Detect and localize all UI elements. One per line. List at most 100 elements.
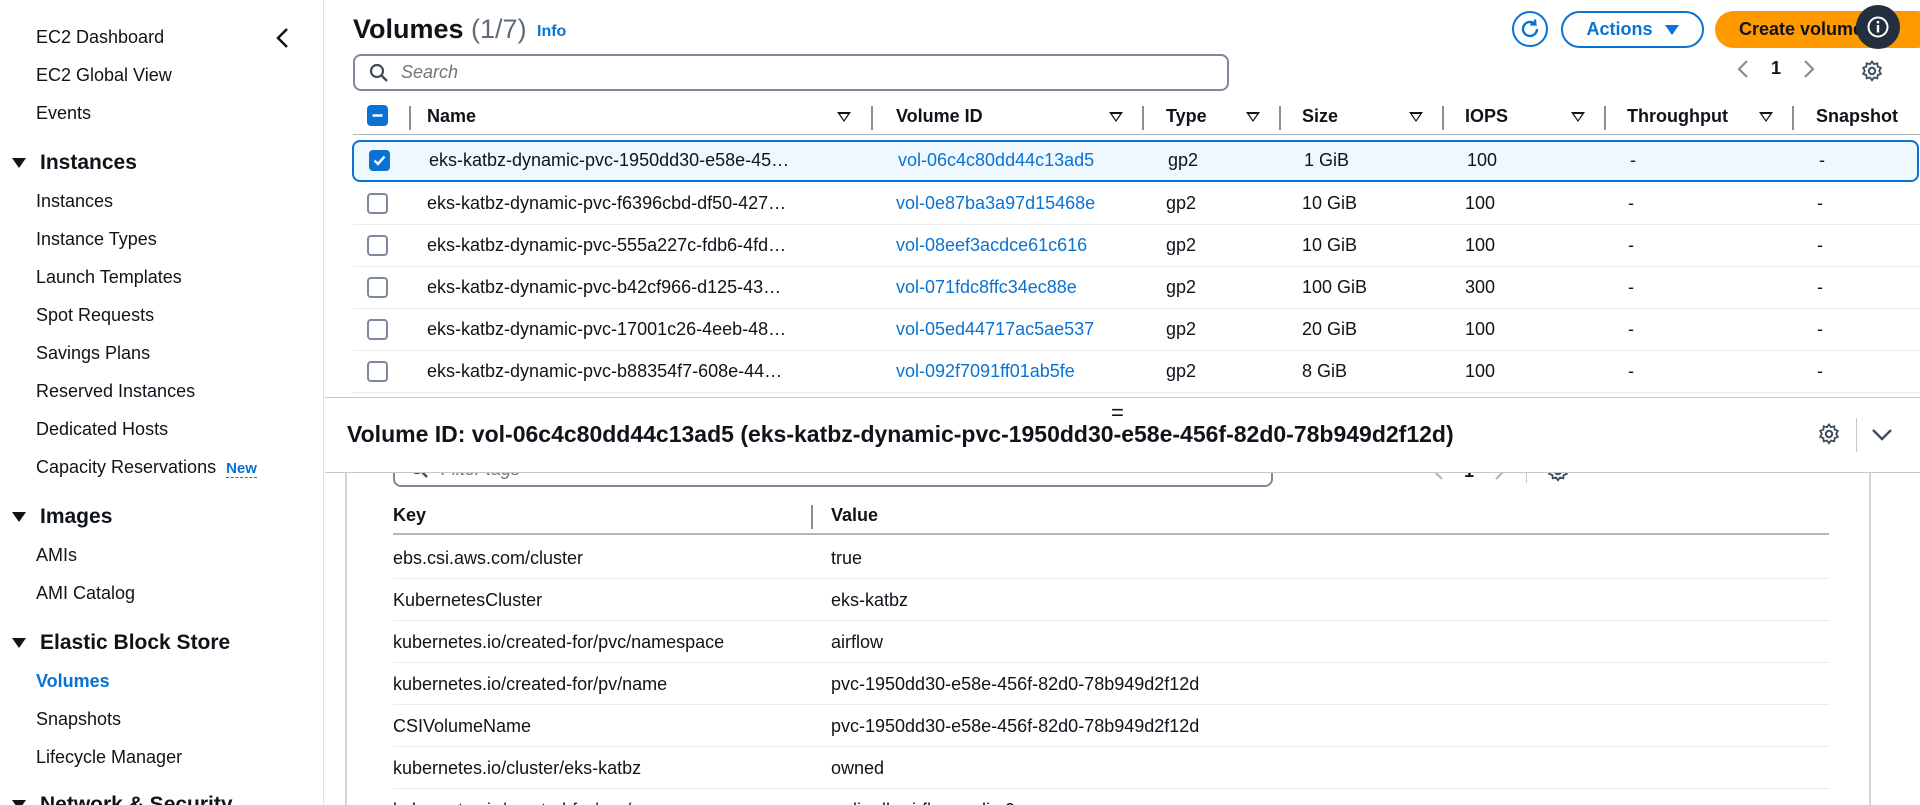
- cell-type: gp2: [1166, 277, 1197, 297]
- filter-tags-bar[interactable]: [393, 473, 1273, 487]
- cell-volume-id-link[interactable]: vol-05ed44717ac5ae537: [896, 319, 1094, 340]
- table-row[interactable]: eks-katbz-dynamic-pvc-f6396cbd-df50-427……: [353, 183, 1920, 225]
- column-header-volume-id[interactable]: Volume ID: [896, 106, 983, 127]
- refresh-button[interactable]: [1512, 11, 1548, 47]
- previous-page-icon[interactable]: [1432, 473, 1444, 481]
- row-checkbox[interactable]: [367, 319, 388, 340]
- table-row[interactable]: eks-katbz-dynamic-pvc-b42cf966-d125-43… …: [353, 267, 1920, 309]
- cell-throughput: -: [1628, 235, 1634, 255]
- sidebar-item-spot-requests[interactable]: Spot Requests: [36, 305, 154, 326]
- column-header-size[interactable]: Size: [1302, 106, 1338, 127]
- info-link[interactable]: Info: [537, 23, 566, 41]
- column-divider[interactable]: [1442, 106, 1444, 130]
- column-header-snapshot[interactable]: Snapshot: [1816, 106, 1898, 127]
- cell-volume-id-link[interactable]: vol-06c4c80dd44c13ad5: [898, 150, 1094, 171]
- column-divider[interactable]: [871, 106, 873, 130]
- split-panel-collapse-button[interactable]: [1871, 423, 1893, 450]
- search-input[interactable]: [401, 62, 1201, 83]
- sort-triangle-icon[interactable]: [837, 112, 851, 122]
- sidebar-section-images[interactable]: Images: [12, 505, 112, 529]
- search-bar[interactable]: [353, 54, 1229, 91]
- row-checkbox[interactable]: [367, 193, 388, 214]
- sidebar-item-dedicated-hosts[interactable]: Dedicated Hosts: [36, 419, 168, 440]
- tag-value: airflow: [831, 632, 884, 652]
- cell-snapshot: -: [1817, 277, 1823, 297]
- column-divider[interactable]: [1279, 106, 1281, 130]
- cell-snapshot: -: [1817, 319, 1823, 339]
- sort-triangle-icon[interactable]: [1571, 112, 1585, 122]
- sidebar-item-ec2-global-view[interactable]: EC2 Global View: [36, 65, 172, 86]
- sidebar-item-reserved-instances[interactable]: Reserved Instances: [36, 381, 195, 402]
- cell-volume-id-link[interactable]: vol-0e87ba3a97d15468e: [896, 193, 1095, 214]
- tag-value: eks-katbz: [831, 590, 909, 610]
- cell-name: eks-katbz-dynamic-pvc-b42cf966-d125-43…: [427, 277, 782, 297]
- column-divider[interactable]: [1604, 106, 1606, 130]
- column-header-value[interactable]: Value: [831, 505, 878, 526]
- select-all-checkbox[interactable]: [367, 105, 388, 126]
- sidebar-item-capacity-reservations[interactable]: Capacity Reservations New: [36, 457, 257, 478]
- new-badge: New: [226, 460, 257, 478]
- cell-name: eks-katbz-dynamic-pvc-1950dd30-e58e-45…: [429, 150, 790, 170]
- table-preferences-button[interactable]: [1861, 59, 1883, 87]
- collapse-sidebar-button[interactable]: [268, 24, 296, 52]
- sidebar-section-network-security[interactable]: Network & Security: [12, 793, 233, 805]
- sidebar-item-amis[interactable]: AMIs: [36, 545, 77, 566]
- row-checkbox[interactable]: [367, 277, 388, 298]
- next-page-icon[interactable]: [1494, 473, 1506, 481]
- sidebar-item-ami-catalog[interactable]: AMI Catalog: [36, 583, 135, 604]
- row-checkbox[interactable]: [367, 361, 388, 382]
- sort-triangle-icon[interactable]: [1759, 112, 1773, 122]
- sidebar-item-volumes[interactable]: Volumes: [36, 671, 110, 692]
- sidebar-item-savings-plans[interactable]: Savings Plans: [36, 343, 150, 364]
- actions-dropdown-button[interactable]: Actions: [1561, 11, 1704, 48]
- cell-name: eks-katbz-dynamic-pvc-555a227c-fdb6-4fd…: [427, 235, 787, 255]
- tag-value: true: [831, 548, 863, 568]
- sort-triangle-icon[interactable]: [1246, 112, 1260, 122]
- sort-triangle-icon[interactable]: [1409, 112, 1423, 122]
- main-content: Volumes (1/7) Info Actions Create volume…: [325, 0, 1920, 805]
- table-row[interactable]: eks-katbz-dynamic-pvc-b88354f7-608e-44… …: [353, 351, 1920, 393]
- column-header-iops[interactable]: IOPS: [1465, 106, 1508, 127]
- page-number[interactable]: 1: [1464, 473, 1474, 482]
- next-page-icon[interactable]: [1803, 59, 1815, 79]
- cell-volume-id-link[interactable]: vol-071fdc8ffc34ec88e: [896, 277, 1077, 298]
- page-number[interactable]: 1: [1771, 58, 1781, 79]
- sidebar-section-elastic-block-store[interactable]: Elastic Block Store: [12, 631, 230, 655]
- table-row[interactable]: eks-katbz-dynamic-pvc-17001c26-4eeb-48… …: [353, 309, 1920, 351]
- sidebar-item-snapshots[interactable]: Snapshots: [36, 709, 121, 730]
- actions-label: Actions: [1586, 19, 1653, 39]
- row-checkbox[interactable]: [369, 150, 390, 171]
- column-divider[interactable]: [811, 505, 813, 529]
- column-header-type[interactable]: Type: [1166, 106, 1207, 127]
- sidebar-item-lifecycle-manager[interactable]: Lifecycle Manager: [36, 747, 182, 768]
- column-divider[interactable]: [1792, 106, 1794, 130]
- row-checkbox[interactable]: [367, 235, 388, 256]
- column-header-throughput[interactable]: Throughput: [1627, 106, 1728, 127]
- sidebar-item-events[interactable]: Events: [36, 103, 91, 124]
- previous-page-icon[interactable]: [1737, 59, 1749, 79]
- cell-volume-id-link[interactable]: vol-08eef3acdce61c616: [896, 235, 1087, 256]
- sidebar-item-launch-templates[interactable]: Launch Templates: [36, 267, 182, 288]
- sidebar-section-instances[interactable]: Instances: [12, 151, 137, 175]
- column-divider[interactable]: [1142, 106, 1144, 130]
- cell-type: gp2: [1168, 150, 1199, 170]
- tag-row: kubernetes.io/cluster/eks-katbz owned: [393, 747, 1829, 789]
- column-header-key[interactable]: Key: [393, 505, 426, 526]
- tag-value: owned: [831, 758, 885, 778]
- help-info-button[interactable]: [1856, 5, 1900, 49]
- filter-tags-input[interactable]: [441, 473, 675, 480]
- gear-icon[interactable]: [1547, 473, 1569, 482]
- cell-name: eks-katbz-dynamic-pvc-17001c26-4eeb-48…: [427, 319, 787, 339]
- sidebar-item-label: Capacity Reservations: [36, 457, 217, 477]
- sidebar-item-instances[interactable]: Instances: [36, 191, 113, 212]
- cell-volume-id-link[interactable]: vol-092f7091ff01ab5fe: [896, 361, 1075, 382]
- table-row[interactable]: eks-katbz-dynamic-pvc-555a227c-fdb6-4fd……: [353, 225, 1920, 267]
- split-panel-preferences-button[interactable]: [1818, 422, 1840, 450]
- column-header-name[interactable]: Name: [427, 106, 476, 127]
- sidebar-item-ec2-dashboard[interactable]: EC2 Dashboard: [36, 27, 164, 48]
- sidebar: EC2 Dashboard EC2 Global View Events Ins…: [0, 0, 324, 805]
- sort-triangle-icon[interactable]: [1109, 112, 1123, 122]
- table-row[interactable]: eks-katbz-dynamic-pvc-1950dd30-e58e-45… …: [352, 140, 1919, 182]
- sidebar-item-instance-types[interactable]: Instance Types: [36, 229, 157, 250]
- cell-iops: 100: [1465, 361, 1496, 381]
